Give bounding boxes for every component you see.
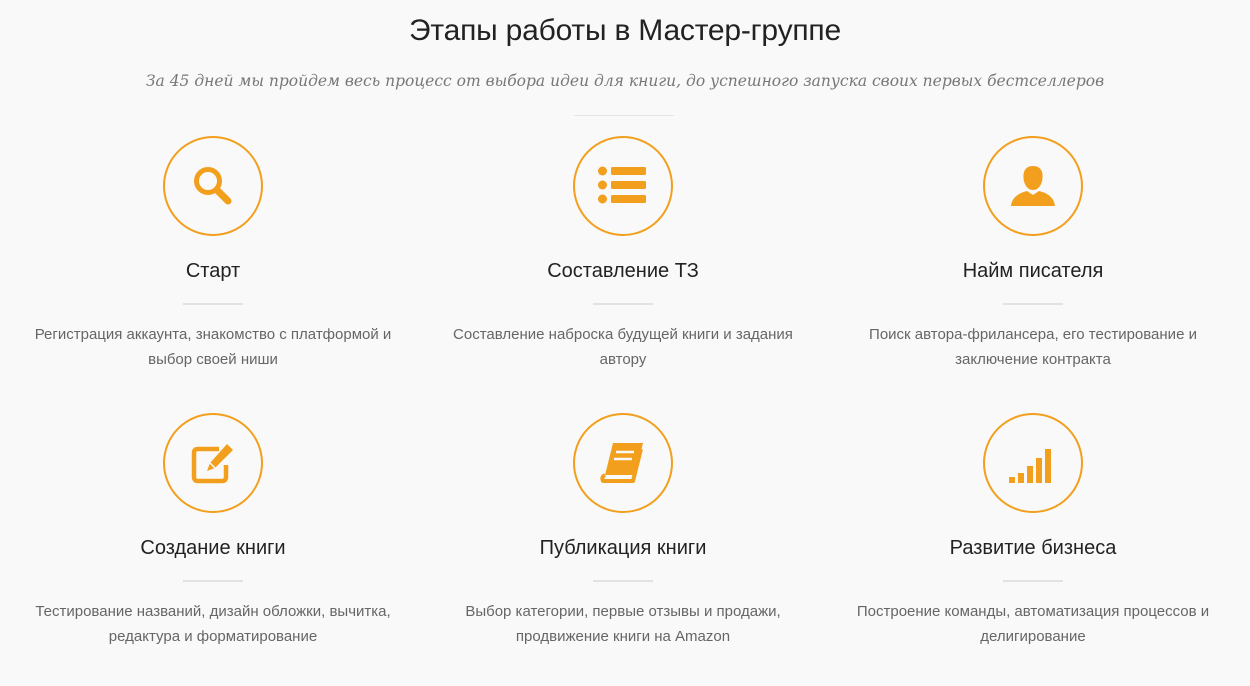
step-description: Тестирование названий, дизайн обложки, в… (35, 603, 391, 645)
step-divider (593, 303, 653, 305)
step-description: Выбор категории, первые отзывы и продажи… (465, 603, 781, 645)
step-divider (183, 303, 243, 305)
book-icon-circle (573, 413, 673, 513)
step-title: Составление ТЗ (547, 260, 699, 282)
step-divider (183, 580, 243, 582)
step-divider (1003, 580, 1063, 582)
step-description: Составление наброска будущей книги и зад… (453, 326, 793, 368)
step-title: Создание книги (140, 537, 286, 559)
step-divider (1003, 303, 1063, 305)
list-icon-circle (573, 136, 673, 236)
search-icon-circle (163, 136, 263, 236)
edit-icon (191, 444, 233, 484)
step-title: Найм писателя (962, 260, 1104, 282)
user-icon (1011, 166, 1055, 206)
page-title: Этапы работы в Мастер-группе (409, 14, 841, 47)
step-title: Старт (185, 260, 241, 282)
signal-icon-circle (983, 413, 1083, 513)
subtitle-divider (574, 115, 674, 116)
step-title: Развитие бизнеса (949, 537, 1117, 559)
user-icon-circle (983, 136, 1083, 236)
book-icon (600, 443, 643, 483)
step-description: Построение команды, автоматизация процес… (856, 603, 1210, 645)
step-title: Публикация книги (539, 537, 707, 559)
edit-icon-circle (163, 413, 263, 513)
page-subtitle: За 45 дней мы пройдем весь процесс от вы… (145, 72, 1105, 90)
search-icon (194, 167, 232, 205)
signal-icon (1009, 449, 1051, 483)
step-divider (593, 580, 653, 582)
step-description: Поиск автора-фриланcера, его тестировани… (869, 326, 1197, 368)
step-description: Регистрация аккаунта, знакомство с платф… (34, 326, 392, 368)
list-icon (598, 166, 646, 204)
